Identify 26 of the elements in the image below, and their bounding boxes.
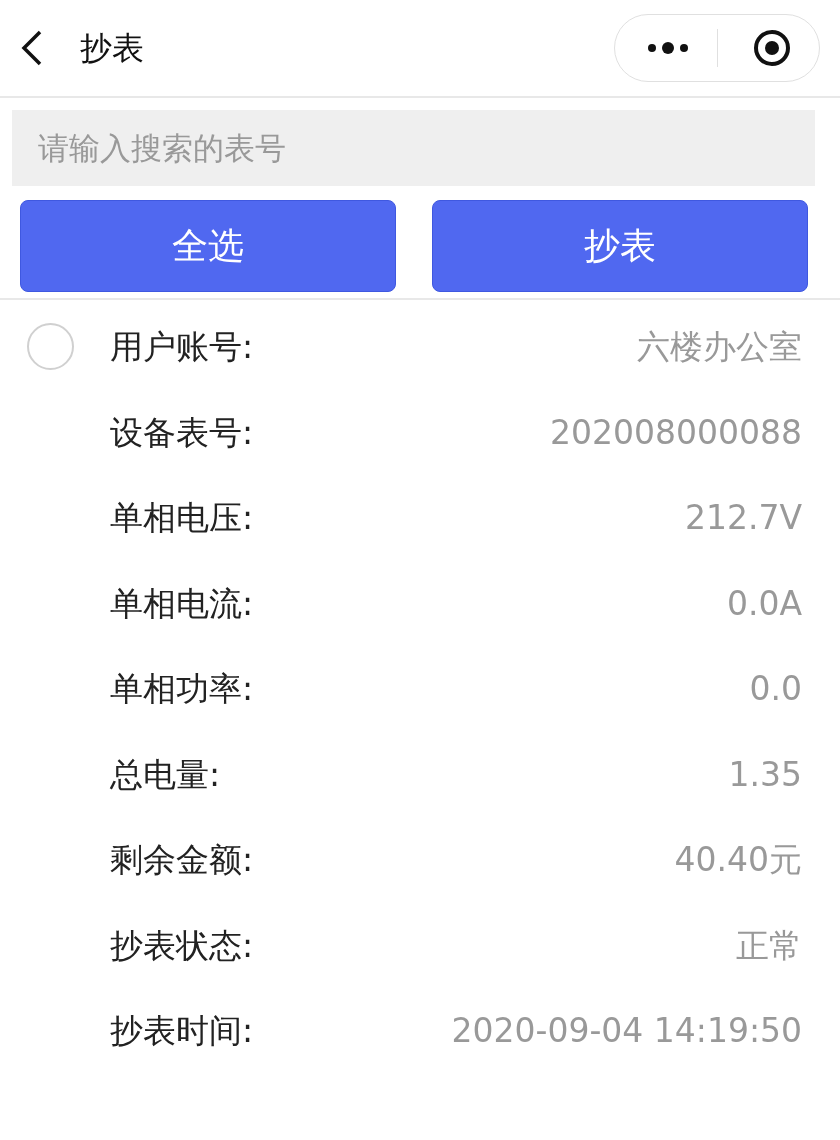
field-value: 正常 [736,924,802,967]
field-value: 40.40元 [674,839,802,881]
field-label: 单相电流: [110,582,254,625]
field-label: 总电量: [110,753,221,796]
action-button[interactable]: 抄表 [432,200,808,292]
more-icon[interactable] [647,42,689,54]
field-label: 用户账号: [110,326,254,368]
action-button[interactable]: 全选 [20,200,396,292]
field-value: 0.0A [726,582,802,625]
radio-button[interactable] [27,323,74,370]
field-label: 设备表号: [110,411,254,454]
field-value: 0.0 [749,668,802,710]
search-field[interactable]: 请输入搜索的表号 [12,110,815,186]
back-icon[interactable] [20,29,44,67]
field-label: 抄表时间: [110,1010,254,1052]
field-value: 六楼办公室 [637,326,802,368]
field-label: 单相功率: [110,668,254,710]
close-icon[interactable] [752,28,792,68]
field-value: 212.7V [684,497,802,539]
field-label: 剩余金额: [110,839,254,881]
page-title: 抄表 [80,28,144,69]
field-value: 2020-09-04 14:19:50 [451,1010,802,1052]
field-label: 抄表状态: [110,924,254,967]
field-label: 单相电压: [110,497,254,539]
field-value: 1.35 [728,753,802,796]
field-value: 202008000088 [550,411,802,454]
